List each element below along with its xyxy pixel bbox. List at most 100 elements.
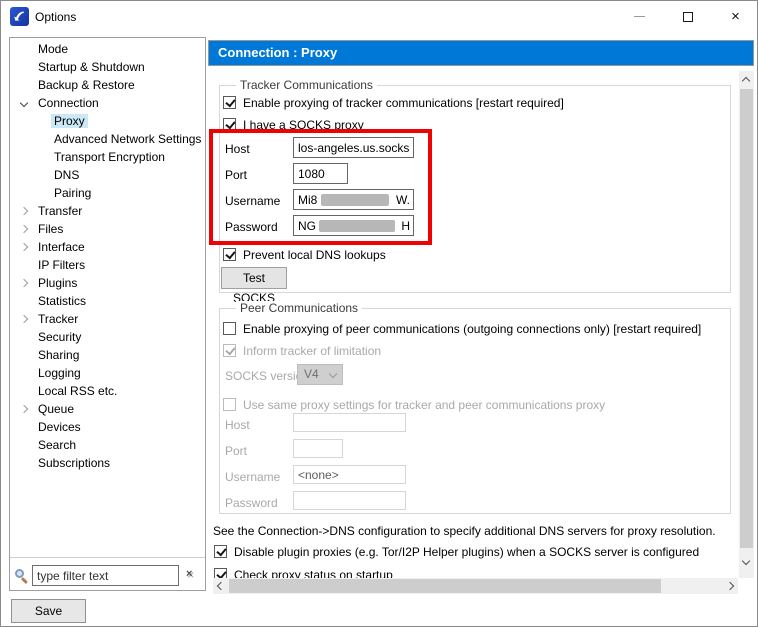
- sidebar-item-label: Queue: [38, 402, 74, 416]
- sidebar-item-files[interactable]: Files: [10, 221, 205, 239]
- sidebar-item-label: Logging: [38, 366, 81, 380]
- options-window: Options × Mode Startup & Shutdown Backup &…: [0, 0, 758, 627]
- peer-host-input: [293, 413, 406, 432]
- close-icon: ×: [731, 9, 740, 24]
- chevron-down-icon[interactable]: [20, 99, 28, 107]
- sidebar-item-statistics[interactable]: Statistics: [10, 293, 205, 311]
- clear-filter-icon[interactable]: ×: [186, 569, 192, 580]
- sidebar-item-label: Backup & Restore: [38, 78, 135, 92]
- minimize-icon: [634, 16, 645, 17]
- sidebar-item-interface[interactable]: Interface: [10, 239, 205, 257]
- sidebar-item-local-rss-etc[interactable]: Local RSS etc.: [10, 383, 205, 401]
- minimize-button[interactable]: [616, 1, 663, 32]
- sidebar-item-label: Local RSS etc.: [38, 384, 117, 398]
- sidebar-item-security[interactable]: Security: [10, 329, 205, 347]
- sidebar-item-label: Mode: [38, 42, 68, 56]
- scroll-left-icon[interactable]: [217, 582, 225, 590]
- save-button[interactable]: Save: [11, 599, 86, 623]
- window-title: Options: [35, 10, 76, 24]
- sidebar-item-plugins[interactable]: Plugins: [10, 275, 205, 293]
- peer-username-label: Username: [225, 470, 280, 484]
- peer-password-input: [293, 491, 406, 510]
- sidebar-item-advanced-network-settings[interactable]: Advanced Network Settings: [10, 131, 205, 149]
- sidebar-item-devices[interactable]: Devices: [10, 419, 205, 437]
- test-socks-button[interactable]: Test SOCKS: [221, 267, 287, 289]
- checkbox-checked-icon: [223, 96, 236, 109]
- checkbox-checked-disabled-icon: [223, 344, 236, 357]
- sidebar-item-mode[interactable]: Mode: [10, 41, 205, 59]
- chevron-right-icon[interactable]: [20, 225, 28, 233]
- sidebar-item-logging[interactable]: Logging: [10, 365, 205, 383]
- group-title: Tracker Communications: [236, 78, 377, 92]
- sidebar-item-ip-filters[interactable]: IP Filters: [10, 257, 205, 275]
- sidebar-item-label: Sharing: [38, 348, 79, 362]
- sidebar-item-label: Plugins: [38, 276, 77, 290]
- checkbox-checked-icon: [223, 248, 236, 261]
- peer-port-input: [293, 439, 343, 458]
- chevron-right-icon[interactable]: [20, 279, 28, 287]
- horizontal-scrollbar-thumb[interactable]: [229, 579, 661, 593]
- inform-tracker-checkbox: Inform tracker of limitation: [223, 343, 381, 358]
- page-title: Connection : Proxy: [208, 40, 754, 66]
- sidebar-item-label: Devices: [38, 420, 81, 434]
- socks-version-dropdown: V4: [297, 364, 343, 385]
- sidebar-item-label: Transfer: [38, 204, 82, 218]
- sidebar-item-label: Transport Encryption: [54, 150, 165, 164]
- sidebar-item-startup-shutdown[interactable]: Startup & Shutdown: [10, 59, 205, 77]
- sidebar-item-subscriptions[interactable]: Subscriptions: [10, 455, 205, 473]
- sidebar-item-tracker[interactable]: Tracker: [10, 311, 205, 329]
- close-button[interactable]: ×: [712, 1, 758, 32]
- enable-tracker-proxy-checkbox[interactable]: Enable proxying of tracker communication…: [223, 95, 564, 110]
- sidebar-item-transport-encryption[interactable]: Transport Encryption: [10, 149, 205, 167]
- sidebar-item-label: Subscriptions: [38, 456, 110, 470]
- enable-peer-proxy-checkbox[interactable]: Enable proxying of peer communications (…: [223, 321, 701, 336]
- chevron-right-icon[interactable]: [20, 207, 28, 215]
- scroll-up-icon[interactable]: [742, 77, 750, 85]
- sidebar-item-search[interactable]: Search: [10, 437, 205, 455]
- checkbox-unchecked-disabled-icon: [223, 398, 236, 411]
- sidebar-item-backup-restore[interactable]: Backup & Restore: [10, 77, 205, 95]
- chevron-right-icon[interactable]: [20, 243, 28, 251]
- options-tree: Mode Startup & Shutdown Backup & Restore Co…: [9, 37, 206, 591]
- vertical-scrollbar-thumb[interactable]: [740, 89, 753, 548]
- sidebar-item-connection[interactable]: Connection: [10, 95, 205, 113]
- maximize-button[interactable]: [664, 1, 711, 32]
- group-title: Peer Communications: [236, 301, 362, 315]
- sidebar-item-proxy[interactable]: Proxy: [10, 113, 205, 131]
- filter-separator: [10, 557, 205, 558]
- sidebar-item-label: DNS: [54, 168, 79, 182]
- sidebar-item-queue[interactable]: Queue: [10, 401, 205, 419]
- checkbox-checked-icon: [214, 545, 227, 558]
- scroll-right-icon[interactable]: [726, 582, 734, 590]
- sidebar-item-transfer[interactable]: Transfer: [10, 203, 205, 221]
- title-bar: Options ×: [1, 1, 757, 33]
- sidebar-item-label: Connection: [38, 96, 99, 110]
- sidebar-item-label: Pairing: [54, 186, 91, 200]
- sidebar-item-dns[interactable]: DNS: [10, 167, 205, 185]
- sidebar-item-label: Advanced Network Settings: [54, 132, 201, 146]
- peer-username-input: [293, 465, 406, 484]
- chevron-right-icon[interactable]: [20, 315, 28, 323]
- vertical-scrollbar[interactable]: [739, 71, 754, 578]
- sidebar-item-pairing[interactable]: Pairing: [10, 185, 205, 203]
- sidebar-item-label: Startup & Shutdown: [38, 60, 145, 74]
- horizontal-scrollbar[interactable]: [213, 578, 738, 594]
- chevron-down-icon: [329, 370, 337, 378]
- chevron-right-icon[interactable]: [20, 405, 28, 413]
- sidebar-item-label: Statistics: [38, 294, 86, 308]
- vuze-app-icon: [10, 7, 29, 26]
- annotation-rectangle: [209, 129, 432, 245]
- sidebar-item-label: Search: [38, 438, 76, 452]
- scroll-down-icon[interactable]: [742, 557, 750, 565]
- dns-note: See the Connection->DNS configuration to…: [213, 524, 716, 538]
- filter-input[interactable]: [32, 565, 179, 586]
- peer-host-label: Host: [225, 418, 250, 432]
- maximize-icon: [683, 12, 693, 22]
- search-icon: [15, 569, 30, 584]
- sidebar-item-label: Tracker: [38, 312, 78, 326]
- sidebar-item-label: Files: [38, 222, 63, 236]
- use-same-proxy-checkbox: Use same proxy settings for tracker and …: [223, 397, 605, 412]
- disable-plugin-proxies-checkbox[interactable]: Disable plugin proxies (e.g. Tor/I2P Hel…: [214, 544, 699, 559]
- sidebar-item-sharing[interactable]: Sharing: [10, 347, 205, 365]
- prevent-dns-lookups-checkbox[interactable]: Prevent local DNS lookups: [223, 247, 386, 262]
